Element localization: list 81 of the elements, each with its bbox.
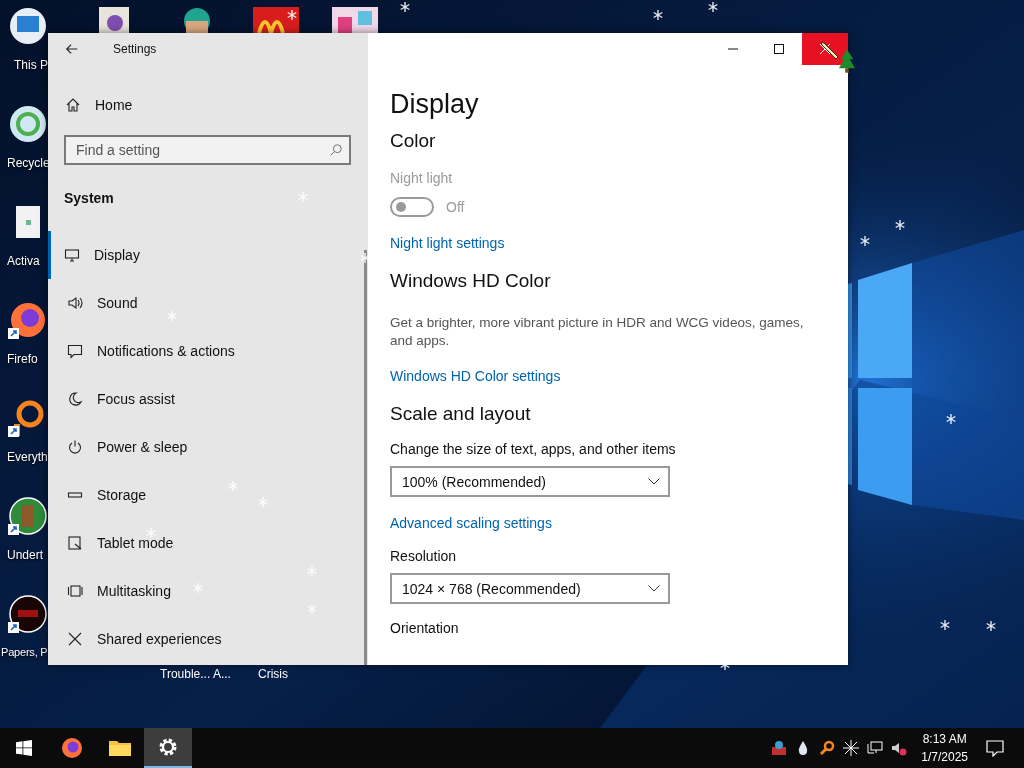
magnifier-icon[interactable] bbox=[819, 740, 836, 756]
snowflake-icon bbox=[653, 10, 663, 20]
desktop-icon-label: Papers, P bbox=[0, 646, 48, 658]
desktop-icon-label: Activa bbox=[6, 254, 40, 268]
sidebar-item[interactable]: Sound bbox=[48, 279, 368, 327]
search-field[interactable]: Find a setting bbox=[64, 135, 351, 165]
desktop-shortcut-icon[interactable] bbox=[8, 104, 48, 144]
sidebar-item[interactable]: Storage bbox=[48, 471, 368, 519]
sidebar-item-icon bbox=[67, 343, 83, 359]
sidebar-item-icon bbox=[67, 535, 83, 551]
tray-app-icon[interactable] bbox=[771, 740, 788, 756]
desktop-shortcut-icon[interactable] bbox=[332, 5, 378, 33]
window-title: Settings bbox=[113, 42, 157, 56]
setting-label: Orientation bbox=[390, 620, 460, 636]
toggle-state: Off bbox=[446, 199, 465, 215]
desktop-icon-label: Firefo bbox=[6, 352, 38, 366]
volume-muted-icon[interactable] bbox=[891, 740, 908, 756]
snowflake-icon bbox=[895, 220, 905, 230]
maximize-icon bbox=[774, 44, 784, 54]
close-button[interactable] bbox=[802, 33, 848, 65]
notification-icon[interactable] bbox=[986, 739, 1004, 757]
page-title: Display bbox=[390, 89, 480, 120]
desktop-icon-label: Undert bbox=[6, 548, 44, 562]
desktop-shortcut-icon[interactable] bbox=[8, 594, 48, 634]
desktop-icon-label: Trouble... A... bbox=[160, 667, 231, 681]
clock-date: 1/7/2025 bbox=[921, 749, 968, 766]
section-heading: Windows HD Color bbox=[390, 270, 552, 292]
home-icon bbox=[65, 97, 81, 113]
snowflake-icon bbox=[400, 2, 410, 12]
sidebar-item[interactable]: Power & sleep bbox=[48, 423, 368, 471]
section-heading: Color bbox=[390, 130, 437, 152]
dropdown[interactable]: 1024 × 768 (Recommended) bbox=[390, 573, 670, 604]
settings-link[interactable]: Night light settings bbox=[390, 235, 505, 251]
sidebar-item-icon bbox=[67, 295, 83, 311]
snowflake-icon bbox=[287, 10, 297, 20]
desktop-icon-label: Everyth bbox=[6, 450, 48, 464]
sidebar-item-icon bbox=[64, 247, 80, 263]
close-icon bbox=[820, 44, 830, 54]
dropdown[interactable]: 100% (Recommended) bbox=[390, 466, 670, 497]
setting-label: Resolution bbox=[390, 548, 458, 564]
chevron-icon bbox=[648, 585, 660, 592]
sidebar-item-icon bbox=[67, 391, 83, 407]
sidebar-item[interactable]: Focus assist bbox=[48, 375, 368, 423]
sidebar-item[interactable]: Shared experiences bbox=[48, 615, 368, 663]
desktop-shortcut-icon[interactable] bbox=[8, 300, 48, 340]
setting-label: Night light bbox=[390, 170, 454, 186]
description-text: Get a brighter, more vibrant picture in HDR and WCG videos, games, and apps. bbox=[390, 314, 805, 350]
desktop-shortcut-icon[interactable] bbox=[253, 5, 299, 33]
desktop-icon-label: This P bbox=[13, 58, 48, 72]
network-icon[interactable] bbox=[867, 740, 884, 756]
snowflake-icon bbox=[708, 2, 718, 12]
settings-link[interactable]: Advanced scaling settings bbox=[390, 515, 552, 531]
desktop-shortcut-icon[interactable] bbox=[8, 496, 48, 536]
search-icon bbox=[329, 143, 343, 157]
snowflake-icon bbox=[940, 620, 950, 630]
clock-time: 8:13 AM bbox=[922, 731, 967, 748]
section-heading: System bbox=[64, 190, 114, 206]
start-button-icon[interactable] bbox=[16, 740, 32, 756]
back-arrow-icon[interactable] bbox=[65, 42, 79, 56]
desktop-shortcut-icon[interactable] bbox=[8, 6, 48, 46]
sidebar-item-icon bbox=[67, 631, 83, 647]
sidebar-item[interactable]: Multitasking bbox=[48, 567, 368, 615]
home-item[interactable]: Home bbox=[48, 93, 368, 117]
sidebar-item[interactable]: Tablet mode bbox=[48, 519, 368, 567]
desktop-icon-label: Recycle bbox=[6, 156, 50, 170]
settings-link[interactable]: Windows HD Color settings bbox=[390, 368, 561, 384]
pencil-cursor-icon bbox=[819, 40, 841, 62]
sidebar-item-icon bbox=[67, 439, 83, 455]
sidebar-item[interactable]: Notifications & actions bbox=[48, 327, 368, 375]
chevron-icon bbox=[648, 478, 660, 485]
snowflake-icon bbox=[946, 414, 956, 424]
snowflake-icon bbox=[986, 621, 996, 631]
sidebar-item-icon bbox=[67, 583, 83, 599]
browser-icon bbox=[60, 736, 84, 760]
desktop-icon-label: Crisis bbox=[258, 667, 288, 681]
asterisk-icon[interactable] bbox=[843, 740, 860, 756]
section-heading: Scale and layout bbox=[390, 403, 532, 425]
taskbar-app[interactable] bbox=[144, 728, 192, 768]
setting-label: Change the size of text, apps, and other items bbox=[390, 441, 677, 457]
christmas-tree-icon bbox=[838, 47, 856, 75]
snowflake-icon bbox=[860, 236, 870, 246]
